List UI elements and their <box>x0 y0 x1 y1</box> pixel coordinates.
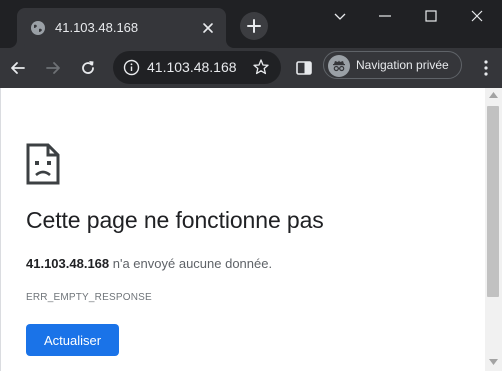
reload-icon[interactable] <box>78 58 98 78</box>
forward-arrow-icon[interactable] <box>43 58 63 78</box>
new-tab-button[interactable] <box>240 12 268 40</box>
address-bar[interactable]: 41.103.48.168 <box>113 51 281 84</box>
side-panel-icon[interactable] <box>294 58 314 78</box>
incognito-label: Navigation privée <box>356 58 449 72</box>
browser-tab[interactable]: 41.103.48.168 <box>17 8 226 48</box>
url-text: 41.103.48.168 <box>147 59 237 75</box>
error-host: 41.103.48.168 <box>26 256 110 271</box>
window-close-icon[interactable] <box>469 8 485 24</box>
tab-strip: 41.103.48.168 <box>0 0 502 48</box>
more-menu-icon[interactable] <box>476 58 496 78</box>
incognito-indicator[interactable]: Navigation privée <box>323 51 462 79</box>
minimize-icon[interactable] <box>377 8 393 24</box>
sad-page-icon <box>26 143 60 185</box>
browser-toolbar: 41.103.48.168 Navigation privée <box>0 48 502 88</box>
scroll-down-arrow-icon[interactable] <box>489 359 498 365</box>
reload-button[interactable]: Actualiser <box>26 324 119 356</box>
error-code: ERR_EMPTY_RESPONSE <box>26 292 152 303</box>
globe-icon <box>31 21 45 35</box>
back-arrow-icon[interactable] <box>8 58 28 78</box>
maximize-icon[interactable] <box>423 8 439 24</box>
error-title: Cette page ne fonctionne pas <box>26 207 324 233</box>
error-page: Cette page ne fonctionne pas 41.103.48.1… <box>0 88 502 371</box>
scroll-up-arrow-icon[interactable] <box>489 92 498 98</box>
incognito-icon <box>328 55 350 77</box>
error-description: 41.103.48.168 n'a envoyé aucune donnée. <box>26 256 272 271</box>
error-description-text: n'a envoyé aucune donnée. <box>109 256 273 271</box>
info-icon[interactable] <box>123 59 140 76</box>
close-icon[interactable] <box>200 20 216 36</box>
scrollbar-thumb[interactable] <box>487 106 499 297</box>
vertical-scrollbar[interactable] <box>485 88 502 371</box>
plus-icon <box>247 19 261 33</box>
chevron-down-icon[interactable] <box>332 8 348 24</box>
star-icon[interactable] <box>252 58 270 76</box>
tab-title: 41.103.48.168 <box>55 20 139 35</box>
